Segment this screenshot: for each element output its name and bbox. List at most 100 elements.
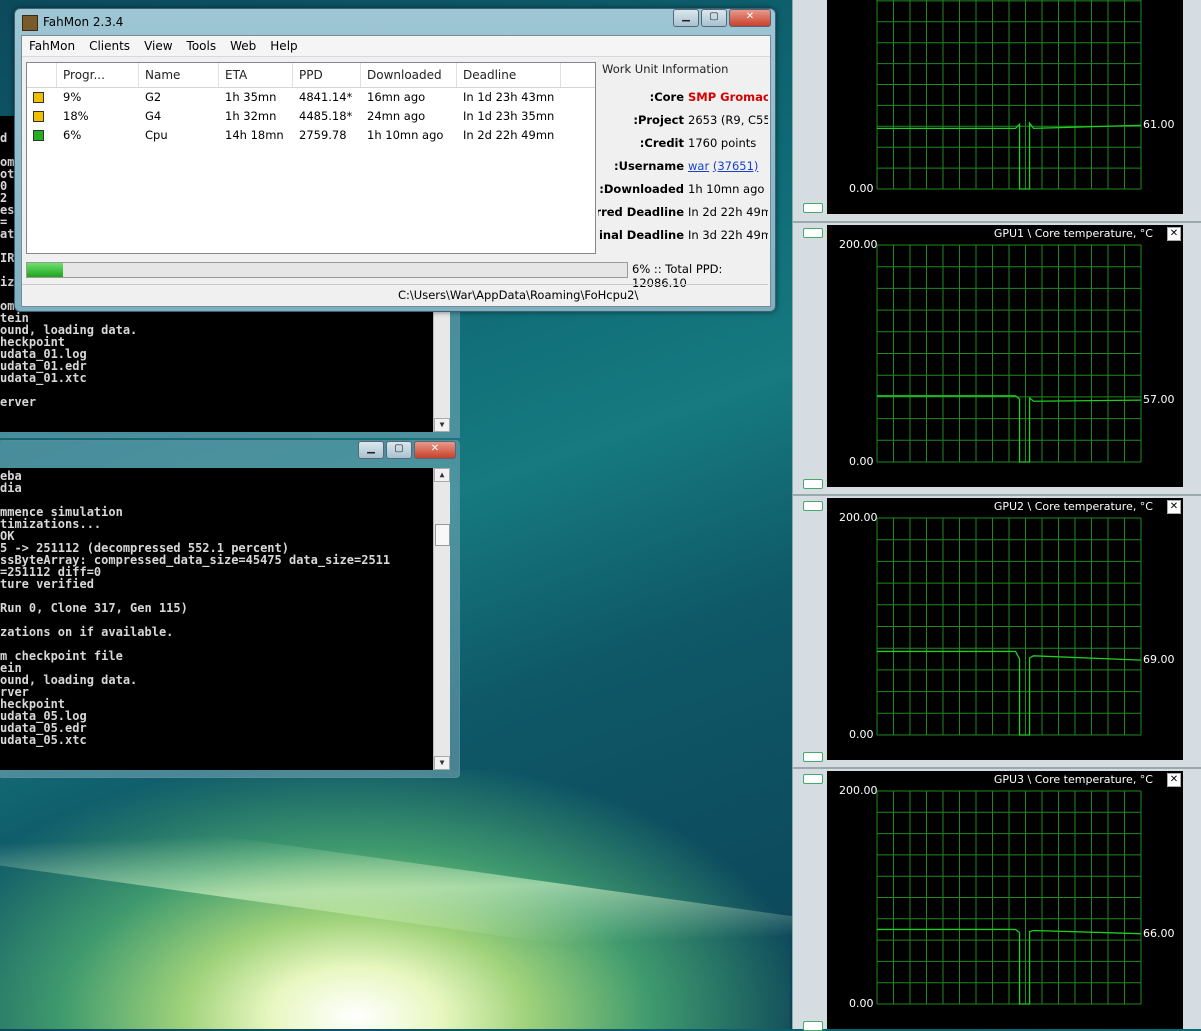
scroll-up-arrow-icon[interactable]: ▲ <box>434 468 450 482</box>
cell-eta: 1h 35mn <box>225 90 277 104</box>
cell-eta: 14h 18mn <box>225 128 284 142</box>
current-value-label: 69.00 <box>1143 653 1175 667</box>
cell-deadline: In 1d 23h 35mn <box>463 109 555 123</box>
cell-progress: 9% <box>63 90 82 104</box>
graph-resize-handle[interactable] <box>803 1021 823 1031</box>
close-icon[interactable]: ✕ <box>729 9 771 27</box>
wu-downloaded-row: Downloaded: 1h 10mn ago <box>598 182 768 200</box>
column-header-downloaded[interactable]: Downloaded <box>361 63 457 87</box>
status-cell <box>27 107 57 126</box>
cell-ppd: 4841.14* <box>299 90 353 104</box>
graph-separator <box>793 494 1201 496</box>
wu-preferred-deadline-value: In 2d 22h 49mn <box>688 205 768 219</box>
username-link[interactable]: war <box>688 159 709 173</box>
maximize-icon[interactable]: ▢ <box>701 9 727 27</box>
graph-resize-handle[interactable] <box>803 752 823 762</box>
menu-web[interactable]: Web <box>223 39 263 53</box>
graph-resize-handle[interactable] <box>803 228 823 238</box>
wu-preferred-deadline-label: Preferred Deadline: <box>598 205 684 219</box>
cell-downloaded: 24mn ago <box>367 109 426 123</box>
wu-project-label: Project: <box>633 113 684 127</box>
scroll-down-arrow-icon[interactable]: ▼ <box>434 418 450 432</box>
column-header-name[interactable]: Name <box>139 63 219 87</box>
menu-clients[interactable]: Clients <box>82 39 137 53</box>
table-row[interactable]: 18% G4 1h 32mn 4485.18* 24mn ago In 1d 23h 35… <box>27 107 595 126</box>
fahmon-caption-buttons: ▁ ▢ ✕ <box>673 9 771 27</box>
wu-downloaded-value: 1h 10mn ago <box>688 182 765 196</box>
fahmon-window: FahMon 2.3.4 ▁ ▢ ✕ FahMon Clients View T… <box>14 8 776 312</box>
column-header-deadline[interactable]: Deadline <box>457 63 561 87</box>
console-line: Run 0, Clone 317, Gen 115) <box>0 601 188 615</box>
current-value-label: 61.00 <box>1143 118 1175 132</box>
column-header-progress[interactable]: Progr... <box>57 63 139 87</box>
cell-name: Cpu <box>145 128 168 142</box>
table-row[interactable]: 6% Cpu 14h 18mn 2759.78 1h 10mn ago In 2d 22h… <box>27 126 595 145</box>
progress-bar <box>26 262 628 278</box>
column-header-status[interactable] <box>27 63 57 87</box>
status-square-icon <box>33 130 44 141</box>
wu-final-deadline-label: Final Deadline: <box>598 228 684 242</box>
cell-eta: 1h 32mn <box>225 109 277 123</box>
maximize-icon[interactable]: ▢ <box>386 441 412 459</box>
status-square-icon <box>33 92 44 103</box>
menu-help[interactable]: Help <box>263 39 304 53</box>
table-header: Progr... Name ETA PPD Downloaded Deadlin… <box>27 63 595 88</box>
status-cell <box>27 126 57 145</box>
status-square-icon <box>33 111 44 122</box>
console-line: ound, loading data. <box>0 673 138 687</box>
wu-final-deadline-row: Final Deadline: In 3d 22h 49mn <box>598 228 768 246</box>
console-line: ture verified <box>0 577 94 591</box>
menu-bar: FahMon Clients View Tools Web Help <box>22 36 770 57</box>
minimize-icon[interactable]: ▁ <box>673 9 699 27</box>
menu-fahmon[interactable]: FahMon <box>22 39 82 53</box>
graph-resize-handle[interactable] <box>803 501 823 511</box>
scroll-down-arrow-icon[interactable]: ▼ <box>434 756 450 770</box>
column-header-ppd[interactable]: PPD <box>293 63 361 87</box>
wu-project-row: Project: 2653 (R9, C55, G <box>598 113 768 131</box>
wu-credit-label: Credit: <box>639 136 684 150</box>
current-value-label: 66.00 <box>1143 926 1175 940</box>
column-header-eta[interactable]: ETA <box>219 63 293 87</box>
current-value-label: 57.00 <box>1143 393 1175 407</box>
cell-deadline: In 1d 23h 43mn <box>463 90 555 104</box>
table-row[interactable]: 9% G2 1h 35mn 4841.14* 16mn ago In 1d 23h 43m… <box>27 88 595 107</box>
graph-resize-handle[interactable] <box>803 203 823 213</box>
userid-link[interactable]: (37651) <box>713 159 759 173</box>
wu-final-deadline-value: In 3d 22h 49mn <box>688 228 768 242</box>
cell-downloaded: 1h 10mn ago <box>367 128 444 142</box>
cell-downloaded: 16mn ago <box>367 90 426 104</box>
wu-credit-value: 1760 points <box>688 136 757 150</box>
wu-core-row: Core: SMP Gromacs <box>598 90 768 108</box>
graph-resize-handle[interactable] <box>803 774 823 784</box>
console-line: eba <box>0 469 22 483</box>
minimize-icon[interactable]: ▁ <box>358 441 384 459</box>
progress-bar-fill <box>27 263 63 277</box>
status-cell <box>27 88 57 107</box>
fahmon-app-icon <box>22 15 38 31</box>
console-2-scrollbar[interactable]: ▲ ▼ <box>433 468 450 770</box>
graph-panel: 0.00 61.00 <box>827 0 1183 214</box>
console-2-caption-buttons: ▁ ▢ ✕ <box>358 441 456 459</box>
graph-plot <box>876 244 1142 463</box>
wu-username-label: Username: <box>614 159 684 173</box>
scroll-thumb[interactable] <box>435 524 450 546</box>
cell-name: G2 <box>145 90 162 104</box>
cell-ppd: 2759.78 <box>299 128 347 142</box>
graph-resize-handle[interactable] <box>803 479 823 489</box>
graph-panel: GPU3 \ Core temperature, °C ✕ 200.00 0.00 66… <box>827 771 1183 1029</box>
cell-name: G4 <box>145 109 162 123</box>
console-line: udata_01.xtc <box>0 371 87 385</box>
wu-core-value: SMP Gromacs <box>688 90 768 104</box>
menu-tools[interactable]: Tools <box>180 39 224 53</box>
graph-separator <box>793 767 1201 769</box>
menu-view[interactable]: View <box>137 39 179 53</box>
cell-ppd: 4485.18* <box>299 109 353 123</box>
console-window-2: eba dia mmence simulation timizations... OK 5… <box>0 468 450 770</box>
console-line: rver <box>0 685 29 699</box>
cell-progress: 18% <box>63 109 89 123</box>
close-icon[interactable]: ✕ <box>414 441 456 459</box>
status-bar: C:\Users\War\AppData\Roaming\FoHcpu2\ <box>22 284 768 305</box>
window-title: FahMon 2.3.4 <box>43 15 124 29</box>
graph-panel: GPU2 \ Core temperature, °C ✕ 200.00 0.00 69… <box>827 498 1183 760</box>
